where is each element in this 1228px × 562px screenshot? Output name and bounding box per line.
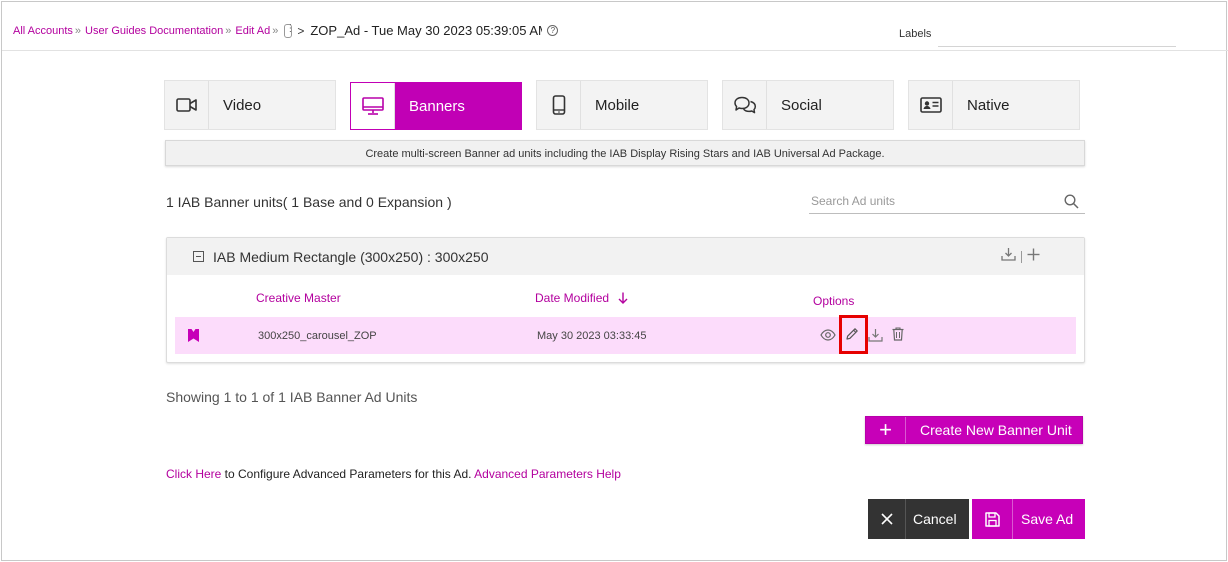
delete-trash-icon[interactable] [892,327,904,346]
breadcrumb-separator: » [225,24,232,37]
more-options-icon[interactable] [284,23,293,38]
download-icon[interactable] [868,328,883,347]
search-input[interactable] [809,190,1049,212]
tab-label: Video [223,96,262,114]
tab-mobile[interactable]: Mobile [536,80,708,130]
button-label: Create New Banner Unit [920,422,1072,438]
advanced-parameters-help-link[interactable]: Advanced Parameters Help [474,467,621,481]
cancel-button[interactable]: Cancel [868,499,969,539]
table-row[interactable]: 300x250_carousel_ZOP May 30 2023 03:33:4… [175,315,1076,354]
pagination-summary: Showing 1 to 1 of 1 IAB Banner Ad Units [166,389,418,405]
tab-native[interactable]: Native [908,80,1080,130]
column-header-date-modified[interactable]: Date Modified [535,291,628,307]
unit-group-actions [1001,247,1040,266]
save-floppy-icon [972,499,1013,539]
click-here-link[interactable]: Click Here [166,467,221,481]
tab-social[interactable]: Social [722,80,894,130]
tab-label: Social [781,96,822,114]
button-label: Cancel [913,511,957,527]
advanced-parameters-line: Click Here to Configure Advanced Paramet… [166,467,621,481]
bookmark-icon [188,329,199,347]
top-bar: All Accounts » User Guides Documentation… [2,2,1228,51]
plus-icon: + [866,417,906,443]
advanced-parameters-text: to Configure Advanced Parameters for thi… [221,467,475,481]
id-card-icon [909,81,953,129]
units-summary: 1 IAB Banner units( 1 Base and 0 Expansi… [166,194,452,210]
breadcrumb-arrow-icon: > [297,23,305,38]
breadcrumb-separator: » [272,24,279,37]
breadcrumb-separator: » [74,24,82,37]
date-modified-value: May 30 2023 03:33:45 [537,330,647,342]
collapse-icon[interactable] [193,251,204,262]
creative-master-name: 300x250_carousel_ZOP [258,330,377,342]
tab-banners[interactable]: Banners [350,82,522,130]
chat-bubbles-icon [723,81,767,129]
app-frame: All Accounts » User Guides Documentation… [1,1,1228,561]
search-box [809,190,1085,214]
tab-description: Create multi-screen Banner ad units incl… [165,140,1085,166]
breadcrumb-user-guides-documentation[interactable]: User Guides Documentation [85,25,223,37]
create-new-banner-unit-button[interactable]: + Create New Banner Unit [865,416,1083,444]
close-icon [868,499,906,539]
video-camera-icon [165,81,209,129]
mobile-phone-icon [537,81,581,129]
column-header-label: Date Modified [535,291,610,305]
search-icon[interactable] [1064,194,1079,214]
labels-label: Labels [899,28,932,40]
column-header-options: Options [813,294,855,308]
labels-input[interactable] [938,20,1176,47]
breadcrumb: All Accounts » User Guides Documentation… [13,23,559,38]
breadcrumb-current-ad: ZOP_Ad - Tue May 30 2023 05:39:05 AM [310,23,543,38]
preview-eye-icon[interactable] [820,328,836,346]
tab-video[interactable]: Video [164,80,336,130]
tab-label: Banners [409,97,465,115]
monitor-icon [351,83,395,129]
button-label: Save Ad [1021,511,1074,527]
tab-label: Native [967,96,1010,114]
download-icon[interactable] [1001,247,1016,266]
breadcrumb-edit-ad[interactable]: Edit Ad [235,25,270,37]
divider [1021,250,1022,263]
edit-highlight-box [839,315,868,354]
sort-down-icon[interactable] [618,292,628,307]
help-icon[interactable]: ? [547,25,559,36]
save-ad-button[interactable]: Save Ad [972,499,1085,539]
add-icon[interactable] [1027,248,1040,266]
unit-group-title: IAB Medium Rectangle (300x250) : 300x250 [213,249,489,265]
breadcrumb-all-accounts[interactable]: All Accounts [13,25,73,37]
tab-label: Mobile [595,96,640,114]
unit-group-header: IAB Medium Rectangle (300x250) : 300x250 [167,238,1084,275]
column-header-creative-master[interactable]: Creative Master [256,291,341,305]
unit-group-panel: IAB Medium Rectangle (300x250) : 300x250… [166,237,1085,363]
